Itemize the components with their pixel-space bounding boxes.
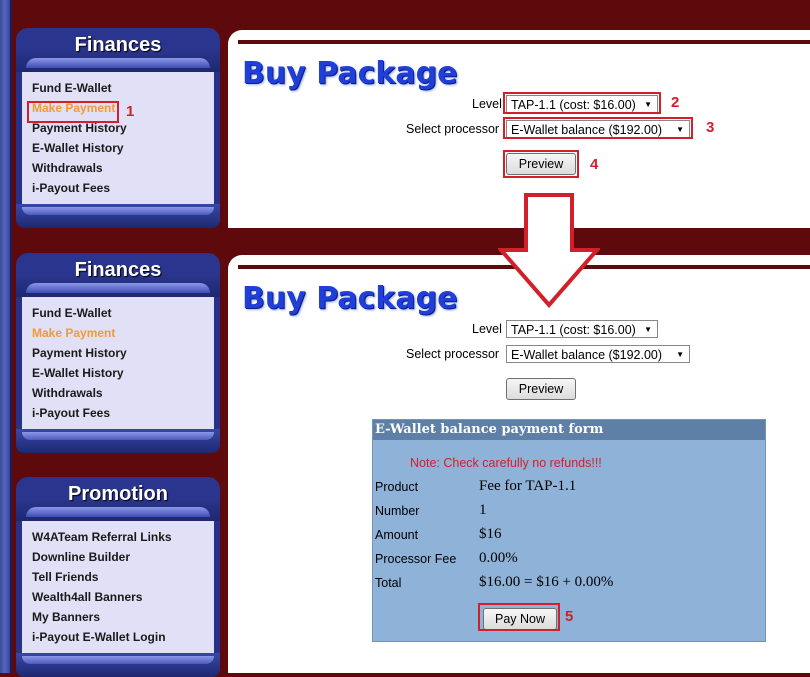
processor-label: Select processor [406, 122, 500, 136]
row-value-product: Fee for TAP-1.1 [479, 478, 577, 494]
menu-payment-history[interactable]: Payment History [32, 343, 214, 363]
preview-button[interactable]: Preview [506, 378, 576, 400]
menu-withdrawals[interactable]: Withdrawals [32, 158, 214, 178]
refund-note: Note: Check carefully no refunds!!! [410, 456, 602, 470]
page-title: Buy Package [242, 281, 458, 316]
menu-referral-links[interactable]: W4ATeam Referral Links [32, 527, 214, 547]
level-label: Level [472, 322, 502, 336]
menu-ipayout-fees[interactable]: i-Payout Fees [32, 178, 214, 198]
row-label-processor-fee: Processor Fee [375, 552, 457, 566]
dropdown-arrow-icon: ▼ [676, 350, 684, 359]
row-label-number: Number [375, 504, 420, 518]
menu-tell-friends[interactable]: Tell Friends [32, 567, 214, 587]
highlight-box-4 [503, 150, 579, 178]
menu-ewallet-history[interactable]: E-Wallet History [32, 138, 214, 158]
page-title: Buy Package [242, 56, 458, 91]
row-value-processor-fee: 0.00% [479, 550, 518, 566]
menu-fund-ewallet[interactable]: Fund E-Wallet [32, 303, 214, 323]
payment-form-heading: E-Wallet balance payment form [373, 420, 765, 440]
highlight-box-1 [27, 101, 119, 123]
left-border [0, 0, 12, 673]
processor-select[interactable]: E-Wallet balance ($192.00) ▼ [506, 345, 690, 363]
down-arrow-icon [498, 193, 600, 308]
annotation-number-1: 1 [126, 103, 135, 120]
menu-banners[interactable]: Wealth4all Banners [32, 587, 214, 607]
dropdown-arrow-icon: ▼ [644, 325, 652, 334]
panel-title: Finances [16, 28, 220, 72]
panel-title-promotion: Promotion [16, 477, 220, 521]
highlight-box-3 [503, 117, 693, 139]
row-value-number: 1 [479, 502, 487, 518]
menu-withdrawals[interactable]: Withdrawals [32, 383, 214, 403]
menu-downline-builder[interactable]: Downline Builder [32, 547, 214, 567]
finances-panel-bottom: Finances Fund E-Wallet Make Payment Paym… [16, 253, 220, 453]
row-value-total: $16.00 = $16 + 0.00% [479, 574, 614, 590]
menu-fund-ewallet[interactable]: Fund E-Wallet [32, 78, 214, 98]
annotation-number-5: 5 [565, 608, 574, 625]
row-label-total: Total [375, 576, 402, 590]
panel-title: Finances [16, 253, 220, 297]
row-label-amount: Amount [375, 528, 419, 542]
annotation-number-3: 3 [706, 119, 715, 136]
finances-panel-top: Finances Fund E-Wallet Make Payment Paym… [16, 28, 220, 228]
menu-ipayout-login[interactable]: i-Payout E-Wallet Login [32, 627, 214, 647]
menu-my-banners[interactable]: My Banners [32, 607, 214, 627]
highlight-box-5 [478, 603, 560, 631]
processor-label: Select processor [406, 347, 500, 361]
level-label: Level [472, 97, 502, 111]
annotation-number-4: 4 [590, 156, 599, 173]
menu-ipayout-fees[interactable]: i-Payout Fees [32, 403, 214, 423]
level-select[interactable]: TAP-1.1 (cost: $16.00) ▼ [506, 320, 658, 338]
menu-make-payment[interactable]: Make Payment [32, 323, 214, 343]
row-label-product: Product [375, 480, 419, 494]
annotation-number-2: 2 [671, 94, 680, 111]
promotion-panel: Promotion W4ATeam Referral Links Downlin… [16, 477, 220, 677]
row-value-amount: $16 [479, 526, 502, 542]
menu-ewallet-history[interactable]: E-Wallet History [32, 363, 214, 383]
highlight-box-2 [503, 92, 661, 114]
level-select-value: TAP-1.1 (cost: $16.00) [511, 323, 636, 337]
processor-select-value: E-Wallet balance ($192.00) [511, 348, 663, 362]
